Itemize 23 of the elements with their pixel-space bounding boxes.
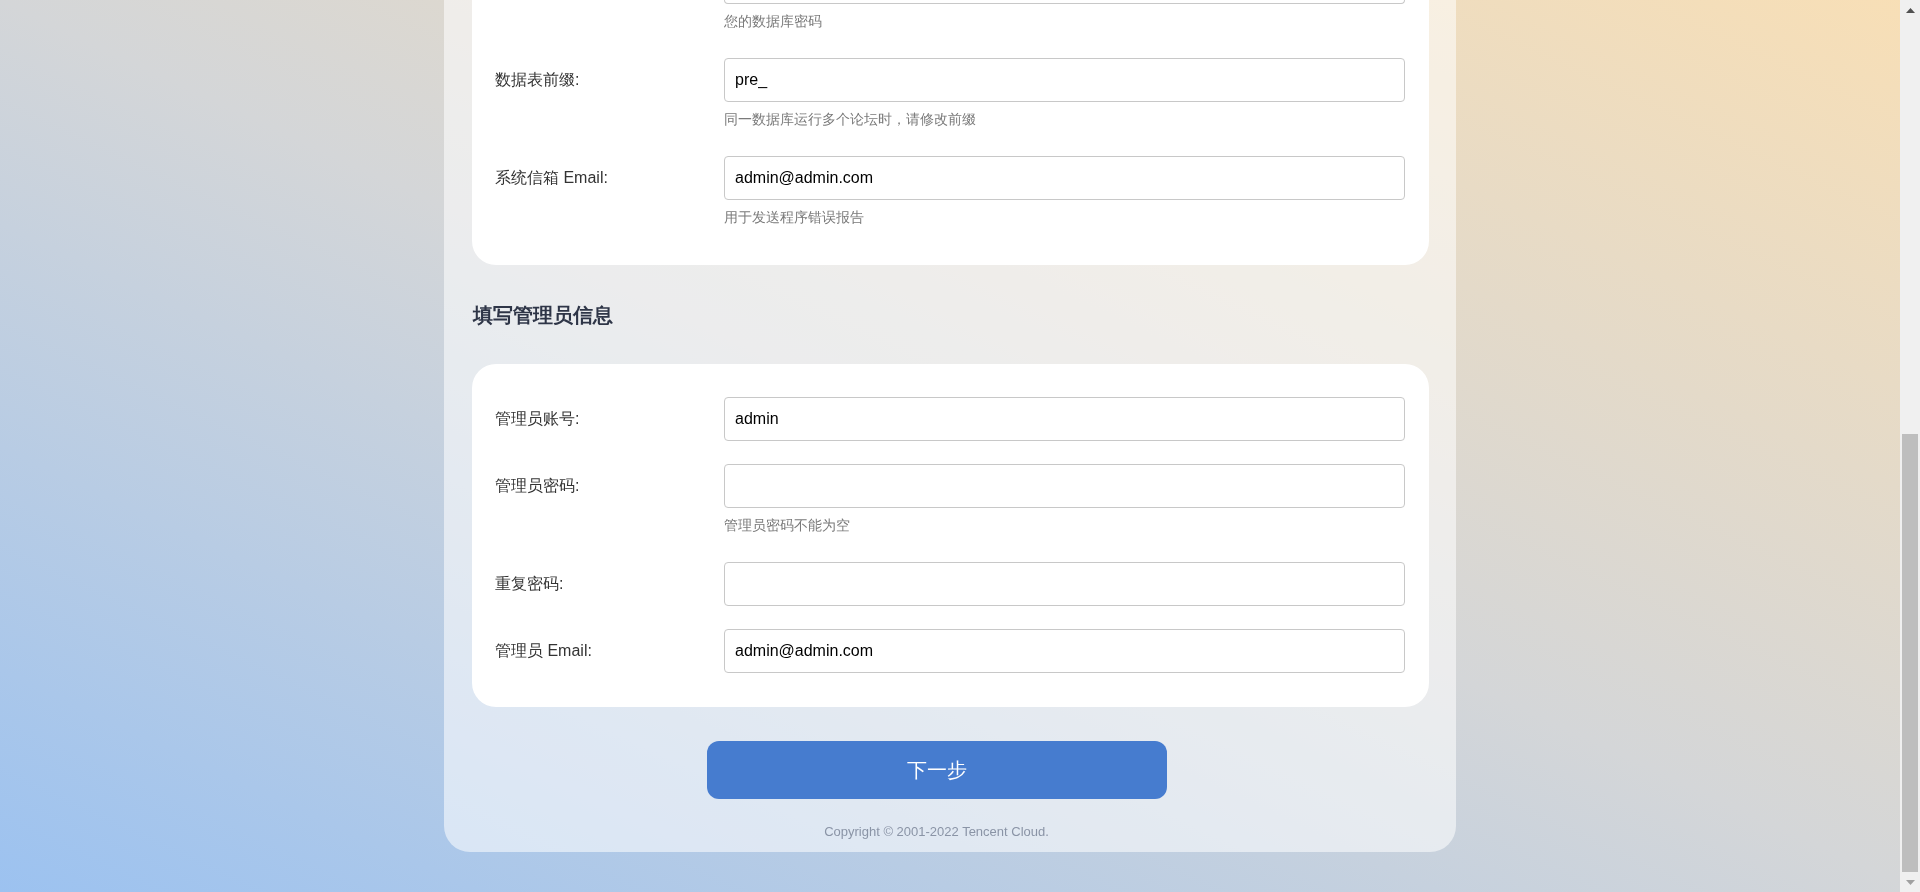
field-hint: 用于发送程序错误报告 [724,208,865,226]
input-field[interactable]: admin@admin.com [724,156,1405,200]
field-label: 系统信箱 Email: [495,167,609,188]
section-heading: 填写管理员信息 [473,303,614,328]
next-button[interactable]: 下一步 [706,741,1167,799]
input-field[interactable]: admin@admin.com [724,629,1405,673]
input-field[interactable]: pre_ [724,58,1405,102]
input-field[interactable] [724,0,1405,4]
input-field[interactable]: admin [724,397,1405,441]
field-label: 管理员账号: [495,408,581,429]
input-field[interactable] [724,464,1405,508]
field-hint: 您的数据库密码 [724,12,823,30]
field-label: 重复密码: [495,573,565,594]
scroll-up-icon[interactable] [1905,7,1915,13]
scroll-down-icon[interactable] [1905,879,1915,885]
field-hint: 同一数据库运行多个论坛时，请修改前缀 [724,110,977,128]
field-hint: 管理员密码不能为空 [724,516,851,534]
scrollbar-thumb[interactable] [1902,434,1918,872]
field-label: 数据表前缀: [495,69,581,90]
field-label: 管理员密码: [495,475,581,496]
input-field[interactable] [724,562,1405,606]
field-label: 管理员 Email: [495,640,593,661]
copyright-text: Copyright © 2001-2022 Tencent Cloud. [823,824,1050,840]
